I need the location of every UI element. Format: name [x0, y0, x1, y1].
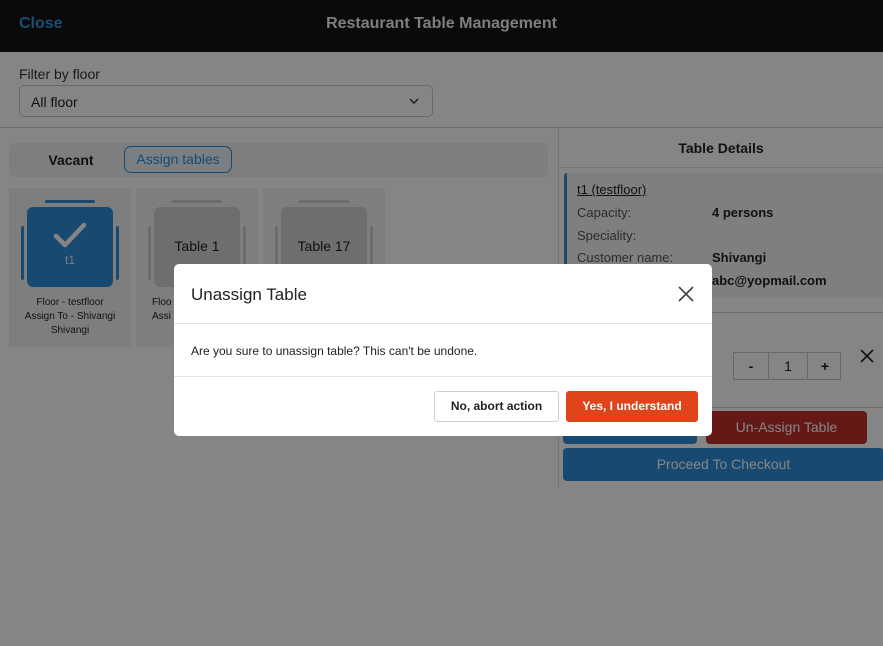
close-icon[interactable]	[678, 286, 694, 302]
modal-message: Are you sure to unassign table? This can…	[191, 344, 478, 358]
abort-button[interactable]: No, abort action	[434, 391, 559, 422]
divider	[174, 323, 712, 324]
modal-title: Unassign Table	[191, 285, 307, 304]
confirm-button[interactable]: Yes, I understand	[566, 391, 698, 422]
divider	[174, 376, 712, 377]
unassign-modal: Unassign Table Are you sure to unassign …	[174, 264, 712, 436]
